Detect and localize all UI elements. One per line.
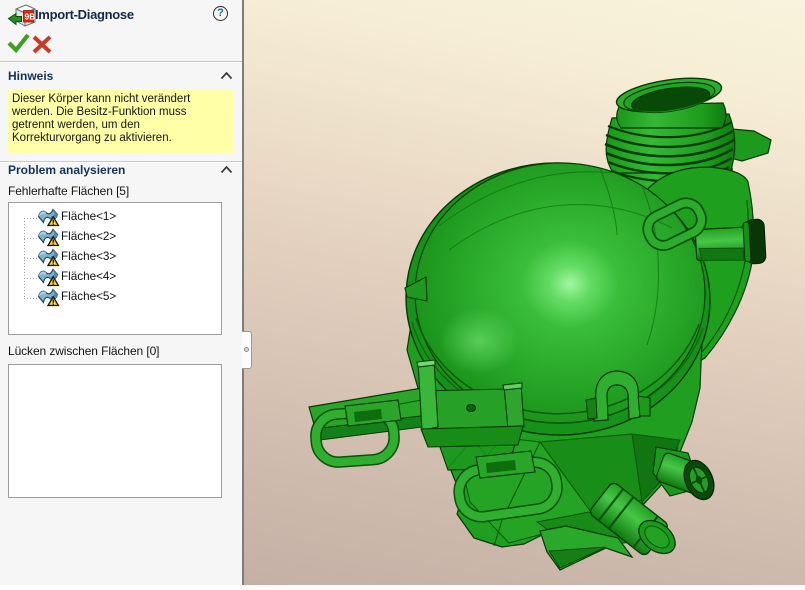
- svg-text:9B: 9B: [25, 12, 36, 22]
